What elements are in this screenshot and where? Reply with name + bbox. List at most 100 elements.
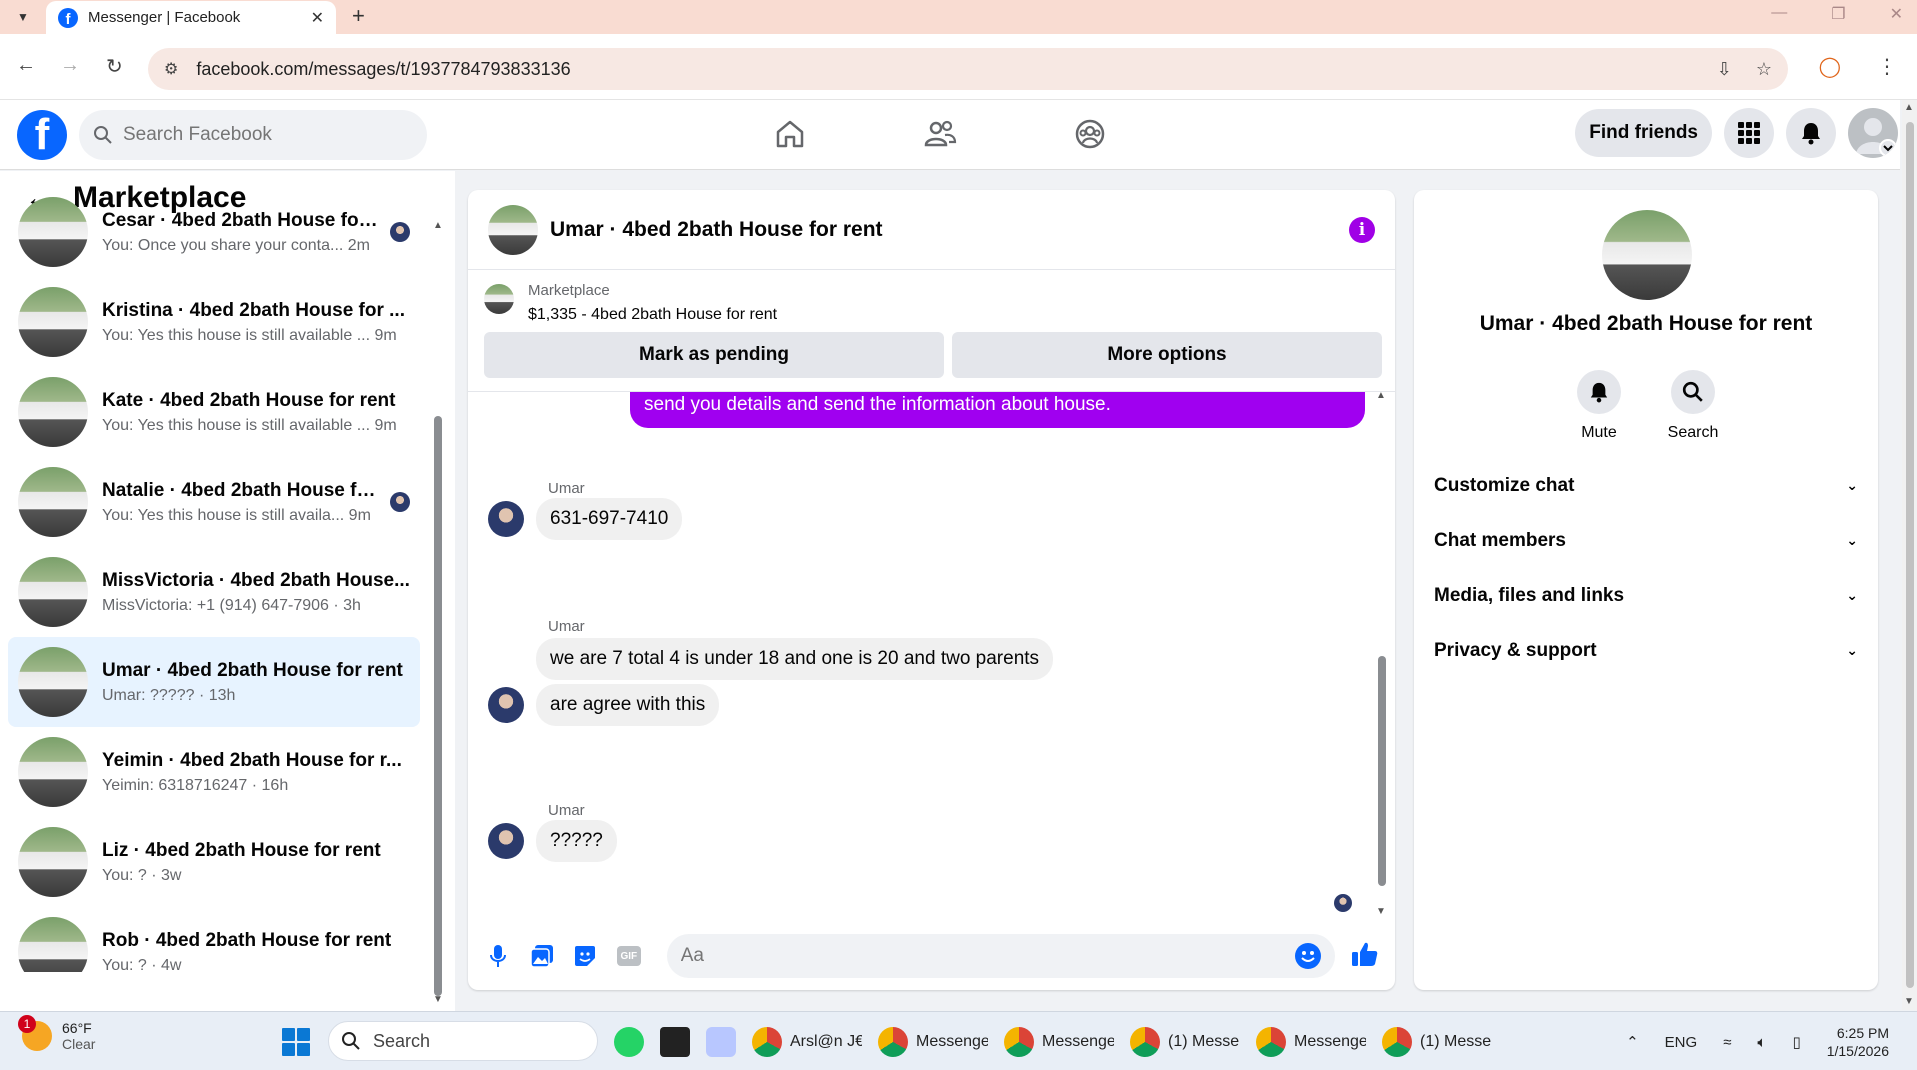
more-options-button[interactable]: More options bbox=[952, 332, 1382, 378]
sender-avatar[interactable] bbox=[488, 501, 524, 537]
chat-list-item[interactable]: Yeimin · 4bed 2bath House for r... Yeimin… bbox=[8, 727, 420, 817]
tray-chevron-up-icon[interactable]: ⌃ bbox=[1626, 1033, 1639, 1051]
incoming-message[interactable]: we are 7 total 4 is under 18 and one is … bbox=[536, 638, 1054, 680]
site-settings-icon[interactable]: ⚙ bbox=[164, 59, 178, 79]
volume-icon[interactable]: 🔈︎ bbox=[1757, 1034, 1766, 1051]
chrome-window-taskbar-item[interactable]: Arsl@n J€ bbox=[752, 1022, 862, 1062]
facebook-search-box[interactable] bbox=[79, 110, 427, 160]
incoming-message[interactable]: are agree with this bbox=[536, 684, 720, 726]
address-bar[interactable]: ⚙ facebook.com/messages/t/19377847938331… bbox=[148, 48, 1788, 90]
snipping-tool-taskbar-icon[interactable] bbox=[706, 1022, 736, 1062]
battery-icon[interactable]: ▯ bbox=[1792, 1033, 1800, 1051]
tab-close-icon[interactable]: ✕ bbox=[311, 8, 324, 28]
microphone-icon[interactable] bbox=[484, 942, 512, 970]
incoming-message[interactable]: ????? bbox=[536, 820, 617, 862]
chat-list-item[interactable]: Cesar · 4bed 2bath House for ... You: Onc… bbox=[8, 187, 420, 277]
scroll-up-arrow-icon[interactable]: ▲ bbox=[433, 220, 443, 231]
window-close-icon[interactable]: ✕ bbox=[1890, 4, 1903, 24]
conversation-title[interactable]: Umar · 4bed 2bath House for rent bbox=[550, 218, 1349, 242]
browser-menu-icon[interactable]: ⋮ bbox=[1877, 54, 1897, 79]
back-arrow-icon[interactable]: ← bbox=[16, 54, 36, 77]
windows-start-icon[interactable] bbox=[282, 1028, 310, 1056]
chat-list-item[interactable]: Kristina · 4bed 2bath House for ... You: … bbox=[8, 277, 420, 367]
facebook-search-input[interactable] bbox=[123, 124, 403, 146]
chat-list-scrollbar[interactable]: ▲ ▼ bbox=[432, 220, 444, 1006]
chrome-window-taskbar-item[interactable]: (1) Messer bbox=[1130, 1022, 1240, 1062]
listing-thumbnail[interactable] bbox=[488, 204, 538, 255]
scrollbar-thumb[interactable] bbox=[1378, 656, 1386, 886]
chat-name: Rob · 4bed 2bath House for rent bbox=[102, 929, 392, 951]
notifications-bell-icon[interactable] bbox=[1786, 108, 1836, 158]
minimize-icon[interactable]: — bbox=[1771, 4, 1787, 24]
language-indicator[interactable]: ENG bbox=[1665, 1034, 1698, 1051]
listing-price-title[interactable]: $1,335 - 4bed 2bath House for rent bbox=[528, 306, 777, 324]
sticky-notes-taskbar-icon[interactable] bbox=[660, 1022, 690, 1062]
whatsapp-taskbar-icon[interactable] bbox=[614, 1022, 644, 1062]
message-input[interactable] bbox=[680, 945, 1296, 967]
message-scrollbar[interactable]: ▲ ▼ bbox=[1376, 390, 1388, 917]
chrome-window-taskbar-item[interactable]: Messenge bbox=[878, 1022, 988, 1062]
reload-icon[interactable]: ↻ bbox=[106, 54, 123, 79]
chrome-window-taskbar-item[interactable]: Messenge bbox=[1004, 1022, 1114, 1062]
page-scrollbar[interactable]: ▲ ▼ bbox=[1902, 100, 1917, 1010]
browser-tab-messenger[interactable]: f Messenger | Facebook ✕ bbox=[46, 1, 336, 34]
sticker-icon[interactable] bbox=[571, 942, 599, 970]
chrome-window-taskbar-item[interactable]: (1) Messer bbox=[1382, 1022, 1492, 1062]
chat-preview: MissVictoria: +1 (914) 647-7906 · 3h bbox=[102, 596, 361, 614]
scrollbar-thumb[interactable] bbox=[1906, 122, 1914, 988]
chrome-icon bbox=[752, 1027, 782, 1057]
scroll-down-arrow-icon[interactable]: ▼ bbox=[1904, 996, 1914, 1007]
listing-small-thumbnail[interactable] bbox=[484, 284, 514, 314]
install-app-icon[interactable]: ⇩ bbox=[1717, 59, 1732, 80]
wifi-icon[interactable]: ≈ bbox=[1723, 1034, 1731, 1051]
chat-list-item[interactable]: Rob · 4bed 2bath House for rent You: ? · … bbox=[8, 907, 420, 972]
outgoing-message[interactable]: send you details and send the informatio… bbox=[630, 392, 1365, 428]
scrollbar-thumb[interactable] bbox=[434, 416, 442, 996]
facebook-logo-icon[interactable]: f bbox=[17, 110, 67, 160]
chat-list-item[interactable]: Kate · 4bed 2bath House for rent You: Yes… bbox=[8, 367, 420, 457]
conversation-info-icon[interactable]: i bbox=[1349, 216, 1375, 243]
scroll-down-arrow-icon[interactable]: ▼ bbox=[433, 994, 443, 1005]
groups-icon[interactable] bbox=[1070, 114, 1110, 154]
sender-avatar[interactable] bbox=[488, 687, 524, 723]
new-tab-icon[interactable]: + bbox=[352, 3, 365, 29]
chat-list-item[interactable]: Natalie · 4bed 2bath House fo... You: Yes… bbox=[8, 457, 420, 547]
friends-icon[interactable] bbox=[920, 114, 960, 154]
url-text[interactable]: facebook.com/messages/t/1937784793833136 bbox=[196, 59, 1716, 80]
chat-members-section[interactable]: Chat members ⌄ bbox=[1428, 513, 1864, 568]
listing-large-avatar[interactable] bbox=[1602, 210, 1692, 300]
bookmark-star-icon[interactable]: ☆ bbox=[1756, 59, 1772, 80]
taskbar-search[interactable]: Search bbox=[328, 1021, 598, 1061]
menu-grid-icon[interactable] bbox=[1724, 108, 1774, 158]
incoming-message[interactable]: 631-697-7410 bbox=[536, 498, 683, 540]
customize-chat-section[interactable]: Customize chat ⌄ bbox=[1428, 458, 1864, 513]
privacy-support-section[interactable]: Privacy & support ⌄ bbox=[1428, 623, 1864, 678]
attach-photo-icon[interactable] bbox=[528, 942, 556, 970]
mute-button[interactable]: Mute bbox=[1573, 370, 1625, 442]
media-files-links-section[interactable]: Media, files and links ⌄ bbox=[1428, 568, 1864, 623]
chat-list-item[interactable]: MissVictoria · 4bed 2bath House... MissVi… bbox=[8, 547, 420, 637]
sender-avatar[interactable] bbox=[488, 823, 524, 859]
scroll-down-arrow-icon[interactable]: ▼ bbox=[1376, 906, 1386, 917]
chat-details-panel: Umar · 4bed 2bath House for rent Mute Se… bbox=[1414, 190, 1878, 990]
chat-list-item[interactable]: Umar · 4bed 2bath House for rent Umar: ??… bbox=[8, 637, 420, 727]
tab-search-chevron-icon[interactable]: ▼ bbox=[8, 4, 38, 30]
chat-list-item[interactable]: Liz · 4bed 2bath House for rent You: ? · … bbox=[8, 817, 420, 907]
thumbs-up-like-icon[interactable] bbox=[1351, 940, 1379, 973]
mark-as-pending-button[interactable]: Mark as pending bbox=[484, 332, 944, 378]
find-friends-button[interactable]: Find friends bbox=[1575, 109, 1712, 157]
weather-widget[interactable]: 1 66°F Clear bbox=[18, 1015, 95, 1052]
message-input-box[interactable] bbox=[666, 934, 1336, 978]
forward-arrow-icon[interactable]: → bbox=[60, 54, 80, 77]
gif-icon[interactable]: GIF bbox=[615, 942, 643, 970]
chrome-window-taskbar-item[interactable]: Messenge bbox=[1256, 1022, 1366, 1062]
scroll-up-arrow-icon[interactable]: ▲ bbox=[1376, 390, 1386, 401]
search-in-chat-button[interactable]: Search bbox=[1667, 370, 1719, 442]
profile-icon[interactable]: ◯ bbox=[1819, 54, 1841, 79]
scroll-up-arrow-icon[interactable]: ▲ bbox=[1904, 102, 1914, 113]
restore-icon[interactable]: ❐ bbox=[1831, 4, 1845, 24]
system-clock[interactable]: 6:25 PM 1/15/2026 bbox=[1827, 1024, 1889, 1060]
emoji-icon[interactable] bbox=[1295, 943, 1322, 969]
home-icon[interactable] bbox=[770, 114, 810, 154]
account-avatar[interactable] bbox=[1848, 108, 1898, 158]
